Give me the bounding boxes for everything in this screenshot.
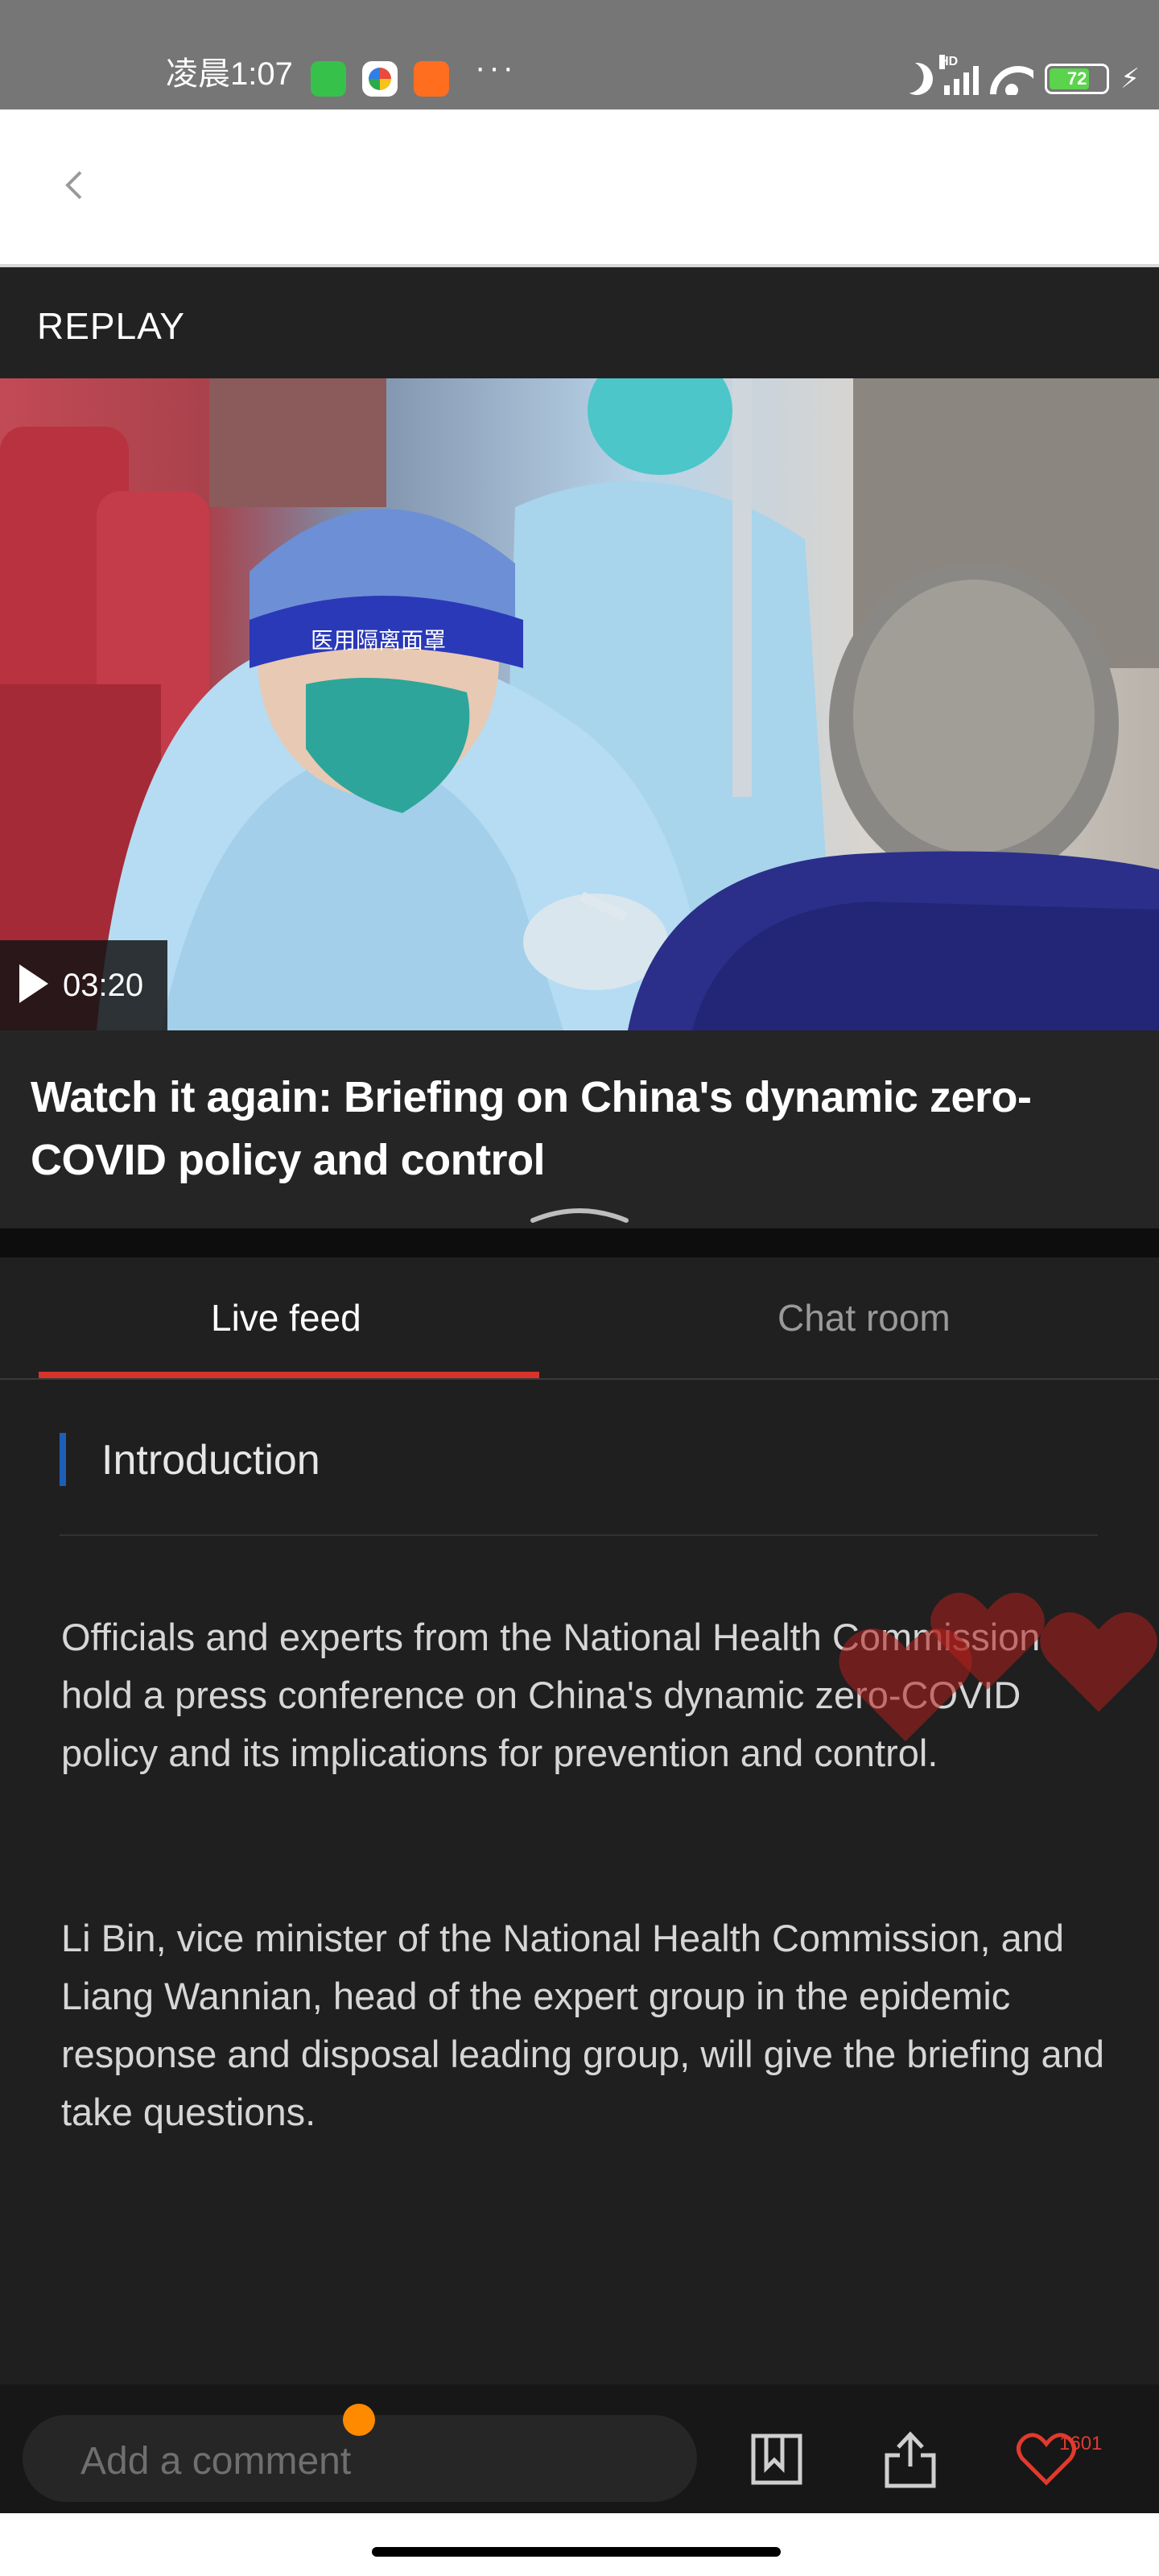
charging-icon: ⚡ bbox=[1120, 64, 1140, 94]
duration-badge[interactable]: 03:20 bbox=[0, 940, 167, 1030]
collapse-handle-icon[interactable] bbox=[528, 1204, 631, 1225]
do-not-disturb-icon bbox=[896, 58, 937, 99]
intro-divider bbox=[60, 1534, 1098, 1536]
section-divider bbox=[0, 1228, 1159, 1257]
battery-level: 72 bbox=[1066, 68, 1087, 89]
tab-live-feed[interactable]: Live feed bbox=[211, 1296, 361, 1340]
tab-bar bbox=[0, 1257, 1159, 1380]
status-indicators: HD 72 ⚡ bbox=[901, 55, 1140, 101]
browser-app-icon bbox=[362, 61, 398, 97]
floating-heart-icon bbox=[1040, 1612, 1157, 1712]
intro-paragraph: Li Bin, vice minister of the National He… bbox=[61, 1917, 1104, 2133]
tab-chat-room[interactable]: Chat room bbox=[777, 1296, 951, 1340]
like-count: 1601 bbox=[1059, 2433, 1103, 2454]
signal-hd-label: HD bbox=[939, 55, 959, 69]
play-icon bbox=[19, 964, 48, 1003]
android-app-icon bbox=[311, 61, 346, 97]
signal-icon: HD bbox=[939, 55, 980, 95]
home-indicator[interactable] bbox=[372, 2547, 781, 2557]
notification-dot bbox=[343, 2404, 375, 2436]
video-thumbnail[interactable]: 医用隔离面罩 bbox=[0, 378, 1159, 1030]
share-icon[interactable] bbox=[882, 2428, 938, 2489]
face-shield-label: 医用隔离面罩 bbox=[311, 627, 446, 654]
battery-icon: 72 bbox=[1045, 64, 1110, 94]
more-notifications-icon: ··· bbox=[475, 50, 517, 85]
video-duration: 03:20 bbox=[63, 968, 144, 1003]
replay-label: REPLAY bbox=[37, 305, 186, 347]
wifi-icon bbox=[990, 63, 1033, 95]
bookmark-icon[interactable] bbox=[749, 2431, 805, 2487]
video-title: Watch it again: Briefing on China's dyna… bbox=[31, 1073, 1032, 1184]
system-nav-area bbox=[0, 2513, 1159, 2576]
comment-placeholder[interactable]: Add a comment bbox=[80, 2439, 351, 2483]
status-time: 凌晨1:07 bbox=[166, 56, 293, 92]
floating-heart-icon bbox=[930, 1592, 1045, 1690]
navigation-bar bbox=[0, 109, 1159, 267]
status-bar: 凌晨1:07 ··· HD 72 ⚡ bbox=[0, 0, 1159, 109]
back-chevron-icon[interactable] bbox=[58, 169, 90, 201]
intro-accent-bar bbox=[60, 1433, 66, 1486]
intro-heading: Introduction bbox=[101, 1437, 320, 1484]
shopping-app-icon bbox=[414, 61, 449, 97]
active-tab-indicator bbox=[39, 1372, 539, 1378]
